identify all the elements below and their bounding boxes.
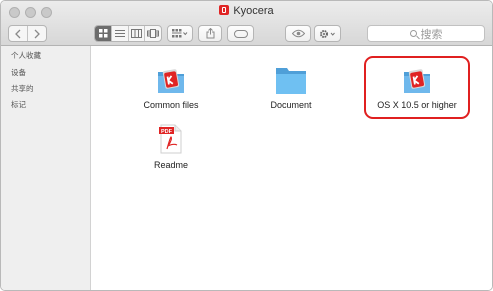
file-item-readme[interactable]: PDF Readme xyxy=(139,124,203,174)
column-view-icon xyxy=(130,29,142,38)
file-item-label: Common files xyxy=(143,100,199,110)
search-placeholder: 搜索 xyxy=(420,28,443,41)
grid-arrange-icon xyxy=(172,29,188,38)
kyocera-app-icon xyxy=(219,5,230,15)
file-item-document[interactable]: Document xyxy=(259,64,323,114)
cover-flow-button[interactable] xyxy=(145,26,161,41)
chevron-left-icon xyxy=(15,29,21,38)
arrange-button[interactable] xyxy=(167,25,193,42)
icon-view-icon xyxy=(98,29,108,38)
sidebar-item-shared[interactable]: 共享的 xyxy=(11,83,34,94)
file-item-label: Document xyxy=(270,100,312,110)
svg-text:PDF: PDF xyxy=(161,129,173,135)
search-input[interactable]: 搜索 xyxy=(367,25,485,42)
file-item-label: Readme xyxy=(153,160,189,170)
share-button[interactable] xyxy=(198,25,222,42)
sidebar-item-tags[interactable]: 标记 xyxy=(11,99,26,110)
sidebar-item-favorites[interactable]: 个人收藏 xyxy=(11,50,41,61)
gear-icon xyxy=(320,29,335,38)
sidebar: 个人收藏 设备 共享的 标记 xyxy=(1,46,91,290)
file-item-common-files[interactable]: Common files xyxy=(139,64,203,114)
action-menu-button[interactable] xyxy=(314,25,341,42)
search-icon xyxy=(409,30,417,37)
window-title: Kyocera xyxy=(1,5,492,17)
icon-view-button[interactable] xyxy=(95,26,113,41)
quick-look-button[interactable] xyxy=(285,25,311,42)
back-forward-control xyxy=(8,25,47,42)
pdf-icon: PDF xyxy=(159,124,182,154)
window-title-text: Kyocera xyxy=(233,5,274,17)
cover-flow-icon xyxy=(146,29,159,38)
view-mode-control xyxy=(94,25,162,42)
tag-icon xyxy=(233,29,248,38)
share-icon xyxy=(206,28,214,39)
folder-kyocera-icon xyxy=(158,69,184,93)
tag-button[interactable] xyxy=(227,25,254,42)
finder-window: Kyocera 搜索 个人收藏 设备 共享的 标记 Common files D… xyxy=(0,0,493,291)
eye-icon xyxy=(291,29,305,38)
list-view-button[interactable] xyxy=(112,26,129,41)
chevron-right-icon xyxy=(34,29,41,38)
sidebar-item-devices[interactable]: 设备 xyxy=(11,67,26,78)
back-button[interactable] xyxy=(9,26,29,41)
list-view-icon xyxy=(114,30,125,37)
forward-button[interactable] xyxy=(28,26,46,41)
title-bar: Kyocera 搜索 xyxy=(1,1,492,46)
column-view-button[interactable] xyxy=(129,26,145,41)
highlight-box xyxy=(364,56,470,119)
folder-icon xyxy=(276,68,306,94)
